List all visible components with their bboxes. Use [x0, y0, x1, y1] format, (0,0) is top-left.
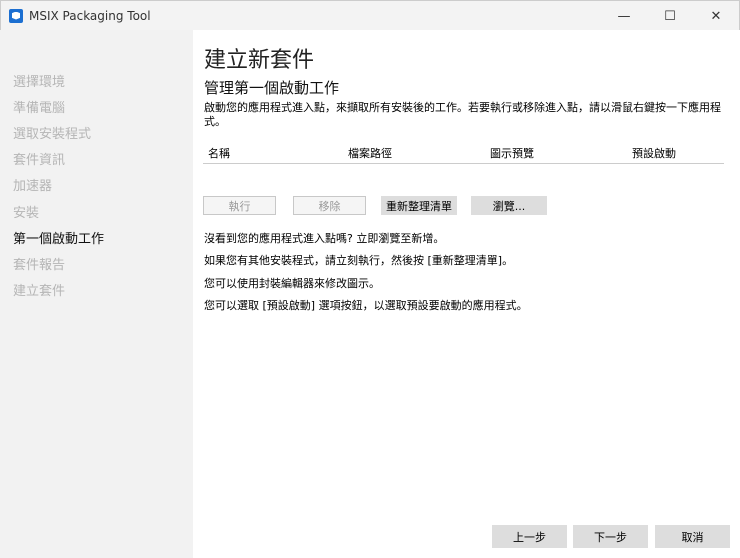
step-accelerator: 加速器 [13, 179, 53, 194]
step-create-package: 建立套件 [13, 284, 66, 299]
column-name[interactable]: 名稱 [208, 145, 230, 161]
minimize-button[interactable]: — [601, 1, 647, 31]
sidebar: 選擇環境 準備電腦 選取安裝程式 套件資訊 加速器 安裝 第一個啟動工作 套件報… [0, 30, 193, 558]
next-button[interactable]: 下一步 [573, 525, 648, 548]
section-title: 管理第一個啟動工作 [204, 79, 340, 97]
window-title: MSIX Packaging Tool [29, 8, 151, 23]
description: 啟動您的應用程式進入點，來擷取所有安裝後的工作。若要執行或移除進入點，請以滑鼠右… [204, 101, 721, 128]
remove-button[interactable]: 移除 [293, 196, 366, 215]
step-select-installer: 選取安裝程式 [13, 127, 92, 142]
step-choose-environment: 選擇環境 [13, 75, 66, 90]
step-package-report: 套件報告 [13, 258, 66, 273]
page-title: 建立新套件 [204, 48, 315, 73]
step-prepare-computer: 準備電腦 [13, 101, 66, 116]
title-bar: MSIX Packaging Tool — ☐ ✕ [0, 0, 740, 30]
column-default-launch[interactable]: 預設啟動 [632, 145, 676, 161]
cancel-button[interactable]: 取消 [655, 525, 730, 548]
info-text: 您可以選取 [預設啟動] 選項按鈕，以選取預設要啟動的應用程式。 [204, 299, 528, 312]
refresh-list-button[interactable]: 重新整理清單 [381, 196, 457, 215]
column-file-path[interactable]: 檔案路徑 [348, 145, 392, 161]
maximize-button[interactable]: ☐ [647, 1, 693, 31]
step-package-info: 套件資訊 [13, 153, 66, 168]
close-button[interactable]: ✕ [693, 1, 739, 31]
step-install: 安裝 [13, 206, 40, 221]
info-text: 沒看到您的應用程式進入點嗎? 立即瀏覽至新增。 [204, 232, 445, 245]
info-text: 如果您有其他安裝程式，請立刻執行，然後按 [重新整理清單]。 [204, 254, 514, 267]
info-text: 您可以使用封裝編輯器來修改圖示。 [204, 277, 380, 290]
entry-points-table-header: 名稱 檔案路徑 圖示預覽 預設啟動 [203, 143, 724, 164]
run-button[interactable]: 執行 [203, 196, 276, 215]
back-button[interactable]: 上一步 [492, 525, 567, 548]
main-panel: 建立新套件 管理第一個啟動工作 啟動您的應用程式進入點，來擷取所有安裝後的工作。… [193, 30, 740, 558]
column-icon-preview[interactable]: 圖示預覽 [490, 145, 534, 161]
browse-button[interactable]: 瀏覽... [471, 196, 547, 215]
step-first-launch-tasks: 第一個啟動工作 [13, 232, 105, 247]
app-icon [9, 8, 23, 23]
